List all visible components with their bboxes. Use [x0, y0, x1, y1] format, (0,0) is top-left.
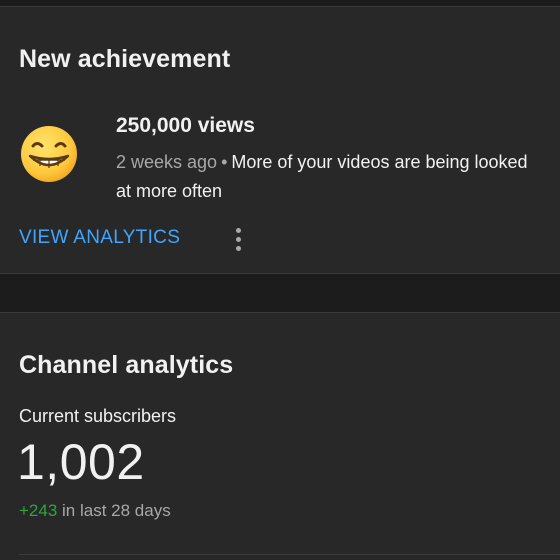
analytics-title: Channel analytics: [19, 351, 234, 379]
subscriber-change-period: in last 28 days: [62, 501, 171, 520]
subscriber-count: 1,002: [17, 434, 145, 490]
view-analytics-button[interactable]: VIEW ANALYTICS: [19, 227, 180, 249]
grinning-face-emoji-icon: [21, 126, 77, 182]
achievement-time-ago: 2 weeks ago: [116, 152, 218, 172]
achievement-title: New achievement: [19, 45, 231, 73]
channel-analytics-card: Channel analytics Current subscribers 1,…: [0, 312, 560, 560]
achievement-milestone: 250,000 views: [116, 114, 255, 137]
current-subscribers-label: Current subscribers: [19, 406, 177, 426]
achievement-card: New achievement 250,000 views 2 weeks ag…: [0, 6, 560, 274]
separator-dot: •: [221, 152, 228, 172]
subscriber-change: +243 in last 28 days: [19, 501, 171, 521]
achievement-details: 250,000 views 2 weeks ago • More of your v…: [116, 107, 536, 206]
achievement-description-line: 2 weeks ago • More of your videos are bein…: [116, 148, 536, 206]
more-vert-icon[interactable]: [226, 225, 250, 255]
subscriber-delta: +243: [19, 501, 58, 520]
divider: [19, 554, 560, 555]
